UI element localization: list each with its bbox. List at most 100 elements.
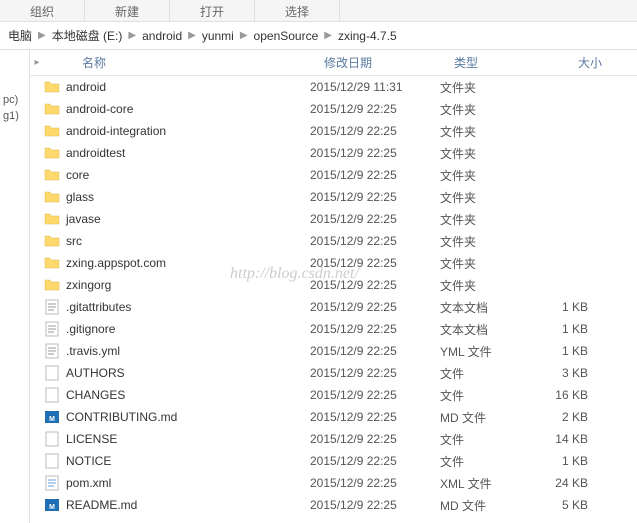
file-type-cell: MD 文件 xyxy=(440,497,530,514)
file-row[interactable]: .gitignore2015/12/9 22:25文本文档1 KB xyxy=(30,318,637,340)
file-name-label: .travis.yml xyxy=(66,344,120,358)
breadcrumb-item[interactable]: zxing-4.7.5 xyxy=(334,29,401,43)
file-date-cell: 2015/12/9 22:25 xyxy=(310,278,440,292)
chevron-right-icon[interactable]: ▶ xyxy=(36,30,48,41)
file-name-label: .gitattributes xyxy=(66,300,131,314)
breadcrumb-item[interactable]: android xyxy=(138,29,186,43)
folder-icon xyxy=(44,101,60,117)
file-type-cell: 文件 xyxy=(440,387,530,404)
file-row[interactable]: androidtest2015/12/9 22:25文件夹 xyxy=(30,142,637,164)
file-row[interactable]: glass2015/12/9 22:25文件夹 xyxy=(30,186,637,208)
file-name-cell: zxing.appspot.com xyxy=(30,255,310,271)
chevron-right-icon[interactable]: ▶ xyxy=(238,30,250,41)
header-date[interactable]: 修改日期 xyxy=(324,54,454,71)
file-name-label: src xyxy=(66,234,82,248)
file-type-cell: 文件 xyxy=(440,365,530,382)
file-date-cell: 2015/12/9 22:25 xyxy=(310,234,440,248)
header-type[interactable]: 类型 xyxy=(454,54,544,71)
breadcrumb-item[interactable]: 本地磁盘 (E:) xyxy=(48,27,127,44)
breadcrumb-item[interactable]: openSource xyxy=(250,29,323,43)
toolbar-select[interactable]: 选择 xyxy=(255,0,340,21)
file-name-cell: src xyxy=(30,233,310,249)
file-row[interactable]: .travis.yml2015/12/9 22:25YML 文件1 KB xyxy=(30,340,637,362)
file-name-cell: .travis.yml xyxy=(30,343,310,359)
file-row[interactable]: zxingorg2015/12/9 22:25文件夹 xyxy=(30,274,637,296)
nav-sidebar: pc)g1) xyxy=(0,50,30,523)
chevron-right-icon[interactable]: ▶ xyxy=(322,30,334,41)
md-icon: M xyxy=(44,409,60,425)
file-name-cell: NOTICE xyxy=(30,453,310,469)
file-date-cell: 2015/12/9 22:25 xyxy=(310,432,440,446)
file-date-cell: 2015/12/9 22:25 xyxy=(310,322,440,336)
file-date-cell: 2015/12/9 22:25 xyxy=(310,366,440,380)
header-size[interactable]: 大小 xyxy=(544,54,614,71)
file-date-cell: 2015/12/9 22:25 xyxy=(310,476,440,490)
file-name-cell: pom.xml xyxy=(30,475,310,491)
file-row[interactable]: src2015/12/9 22:25文件夹 xyxy=(30,230,637,252)
file-date-cell: 2015/12/9 22:25 xyxy=(310,102,440,116)
sidebar-item[interactable]: pc) xyxy=(0,92,29,108)
folder-icon xyxy=(44,123,60,139)
file-row[interactable]: android-integration2015/12/9 22:25文件夹 xyxy=(30,120,637,142)
text-icon xyxy=(44,321,60,337)
file-type-cell: 文件夹 xyxy=(440,101,530,118)
file-name-label: androidtest xyxy=(66,146,125,160)
file-date-cell: 2015/12/9 22:25 xyxy=(310,498,440,512)
file-row[interactable]: MCONTRIBUTING.md2015/12/9 22:25MD 文件2 KB xyxy=(30,406,637,428)
file-name-label: CONTRIBUTING.md xyxy=(66,410,177,424)
file-row[interactable]: android-core2015/12/9 22:25文件夹 xyxy=(30,98,637,120)
file-row[interactable]: android2015/12/29 11:31文件夹 xyxy=(30,76,637,98)
tree-toggle-icon[interactable]: ▸ xyxy=(30,57,44,68)
file-type-cell: 文本文档 xyxy=(440,321,530,338)
file-icon xyxy=(44,365,60,381)
file-type-cell: 文本文档 xyxy=(440,299,530,316)
sidebar-item[interactable]: g1) xyxy=(0,108,29,124)
file-name-cell: core xyxy=(30,167,310,183)
file-type-cell: MD 文件 xyxy=(440,409,530,426)
chevron-right-icon[interactable]: ▶ xyxy=(186,30,198,41)
file-row[interactable]: NOTICE2015/12/9 22:25文件1 KB xyxy=(30,450,637,472)
file-name-cell: glass xyxy=(30,189,310,205)
folder-icon xyxy=(44,189,60,205)
header-name[interactable]: 名称 xyxy=(44,54,324,71)
file-name-label: android xyxy=(66,80,106,94)
file-type-cell: 文件夹 xyxy=(440,211,530,228)
folder-icon xyxy=(44,255,60,271)
breadcrumb[interactable]: 电脑▶本地磁盘 (E:)▶android▶yunmi▶openSource▶zx… xyxy=(0,22,637,50)
file-date-cell: 2015/12/9 22:25 xyxy=(310,212,440,226)
file-date-cell: 2015/12/9 22:25 xyxy=(310,190,440,204)
svg-text:M: M xyxy=(49,504,55,511)
file-name-label: android-integration xyxy=(66,124,166,138)
file-row[interactable]: .gitattributes2015/12/9 22:25文本文档1 KB xyxy=(30,296,637,318)
toolbar-new[interactable]: 新建 xyxy=(85,0,170,21)
file-type-cell: 文件 xyxy=(440,431,530,448)
file-date-cell: 2015/12/9 22:25 xyxy=(310,344,440,358)
file-name-label: core xyxy=(66,168,89,182)
file-type-cell: 文件夹 xyxy=(440,79,530,96)
file-date-cell: 2015/12/9 22:25 xyxy=(310,256,440,270)
file-name-cell: .gitattributes xyxy=(30,299,310,315)
file-name-label: zxingorg xyxy=(66,278,111,292)
toolbar-organize[interactable]: 组织 xyxy=(0,0,85,21)
file-row[interactable]: pom.xml2015/12/9 22:25XML 文件24 KB xyxy=(30,472,637,494)
file-row[interactable]: LICENSE2015/12/9 22:25文件14 KB xyxy=(30,428,637,450)
xml-icon xyxy=(44,475,60,491)
toolbar-open[interactable]: 打开 xyxy=(170,0,255,21)
file-name-cell: android-integration xyxy=(30,123,310,139)
file-date-cell: 2015/12/9 22:25 xyxy=(310,168,440,182)
breadcrumb-item[interactable]: yunmi xyxy=(198,29,238,43)
text-icon xyxy=(44,343,60,359)
chevron-right-icon[interactable]: ▶ xyxy=(126,30,138,41)
breadcrumb-item[interactable]: 电脑 xyxy=(4,27,36,44)
file-row[interactable]: core2015/12/9 22:25文件夹 xyxy=(30,164,637,186)
file-row[interactable]: MREADME.md2015/12/9 22:25MD 文件5 KB xyxy=(30,494,637,516)
file-size-cell: 1 KB xyxy=(530,300,600,314)
file-row[interactable]: javase2015/12/9 22:25文件夹 xyxy=(30,208,637,230)
file-name-label: LICENSE xyxy=(66,432,117,446)
file-row[interactable]: AUTHORS2015/12/9 22:25文件3 KB xyxy=(30,362,637,384)
file-row[interactable]: zxing.appspot.com2015/12/9 22:25文件夹 xyxy=(30,252,637,274)
file-row[interactable]: CHANGES2015/12/9 22:25文件16 KB xyxy=(30,384,637,406)
file-size-cell: 1 KB xyxy=(530,344,600,358)
md-icon: M xyxy=(44,497,60,513)
file-list-panel: ▸ 名称 修改日期 类型 大小 android2015/12/29 11:31文… xyxy=(30,50,637,523)
